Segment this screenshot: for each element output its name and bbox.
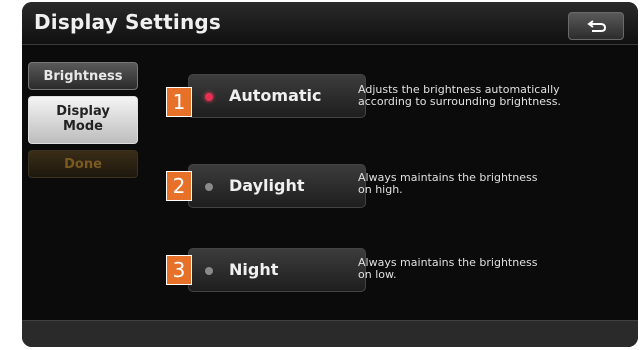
sidebar-item-display-mode[interactable]: Display Mode [28,96,138,144]
night-button[interactable]: Night [188,248,366,292]
page-title: Display Settings [34,10,222,34]
display-screen: Display Settings Brightness Display Mode… [22,2,638,347]
sidebar-item-brightness[interactable]: Brightness [28,62,138,90]
back-button[interactable] [568,12,624,40]
sidebar-item-label: Brightness [43,69,123,84]
callout-number-badge: 3 [167,256,191,284]
sidebar-item-label-line2: Mode [63,119,103,134]
description-line: on high. [358,183,403,196]
option-description: Always maintains the brightness on low. [358,257,628,281]
option-label: Automatic [229,86,322,105]
description-line: according to surrounding brightness. [358,95,561,108]
automatic-button[interactable]: Automatic [188,74,366,118]
option-description: Adjusts the brightness automatically acc… [358,84,628,108]
title-bar: Display Settings [22,2,638,45]
back-arrow-icon [587,20,607,32]
description-line: Always maintains the brightness [358,256,538,269]
callout-number-badge: 1 [167,88,191,116]
indicator-led-icon [205,93,213,101]
callout-number-badge: 2 [167,172,191,200]
option-description: Always maintains the brightness on high. [358,172,628,196]
done-label: Done [64,157,102,172]
daylight-button[interactable]: Daylight [188,164,366,208]
description-line: on low. [358,268,397,281]
bottom-bar [22,320,638,347]
option-label: Daylight [229,176,305,195]
indicator-led-icon [205,267,213,275]
option-label: Night [229,260,279,279]
sidebar-item-label-line1: Display [56,104,110,119]
indicator-led-icon [205,183,213,191]
done-button[interactable]: Done [28,150,138,178]
